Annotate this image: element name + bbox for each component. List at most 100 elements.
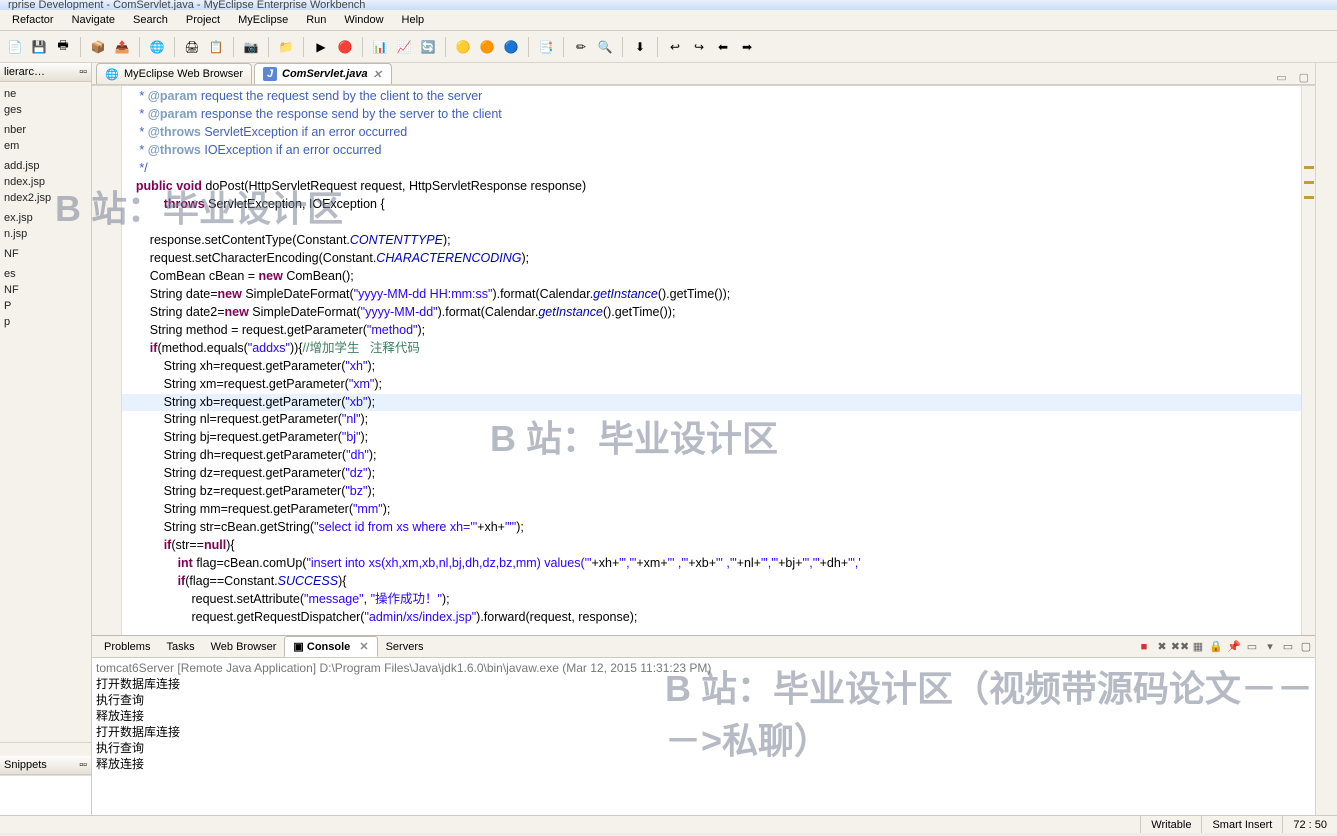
toolbar-button[interactable]: 📄 xyxy=(4,36,26,58)
tree-item[interactable]: n.jsp xyxy=(2,226,89,242)
toolbar-button[interactable]: 📷 xyxy=(240,36,262,58)
toolbar-button[interactable]: ↩ xyxy=(664,36,686,58)
tree-item[interactable]: es xyxy=(2,266,89,282)
menu-run[interactable]: Run xyxy=(298,12,334,28)
console-line: 释放连接 xyxy=(96,708,1311,724)
tree-item[interactable]: ges xyxy=(2,102,89,118)
maximize-icon[interactable]: ▢ xyxy=(1293,71,1315,84)
remove-all-icon[interactable]: ✖✖ xyxy=(1171,638,1189,656)
tree-item[interactable]: P xyxy=(2,298,89,314)
toolbar-button[interactable]: 💾 xyxy=(28,36,50,58)
console-line: 释放连接 xyxy=(96,756,1311,772)
toolbar-button[interactable]: ⬅ xyxy=(712,36,734,58)
tab-servers[interactable]: Servers xyxy=(378,638,432,656)
tab-web-browser[interactable]: 🌐 MyEclipse Web Browser xyxy=(96,63,252,84)
toolbar-button[interactable]: 📑 xyxy=(535,36,557,58)
tab-problems[interactable]: Problems xyxy=(96,638,158,656)
globe-icon: 🌐 xyxy=(105,67,119,81)
snippets-view-header[interactable]: Snippets ▫▫ xyxy=(0,756,91,775)
toolbar-button[interactable]: 🟠 xyxy=(476,36,498,58)
hierarchy-view-header[interactable]: lierarc… ▫▫ xyxy=(0,63,91,82)
bottom-panel: Problems Tasks Web Browser ▣ Console ✕ S… xyxy=(92,635,1315,815)
remove-icon[interactable]: ✖ xyxy=(1153,638,1171,656)
tree-item[interactable]: ndex2.jsp xyxy=(2,190,89,206)
toolbar-button[interactable]: 📁 xyxy=(275,36,297,58)
menubar: Refactor Navigate Search Project MyEclip… xyxy=(0,10,1337,31)
console-line: 执行查询 xyxy=(96,740,1311,756)
tab-webbrowser[interactable]: Web Browser xyxy=(203,638,285,656)
tree-item[interactable]: p xyxy=(2,314,89,330)
menu-refactor[interactable]: Refactor xyxy=(4,12,62,28)
menu-project[interactable]: Project xyxy=(178,12,228,28)
tree-item[interactable]: ex.jsp xyxy=(2,210,89,226)
tree-item[interactable]: ne xyxy=(2,86,89,102)
tab-console[interactable]: ▣ Console ✕ xyxy=(284,636,377,657)
hierarchy-tree[interactable]: neges nberem add.jspndex.jspndex2.jsp ex.js… xyxy=(0,82,91,742)
java-file-icon: J xyxy=(263,67,277,81)
toolbar-button[interactable]: 📤 xyxy=(111,36,133,58)
menu-window[interactable]: Window xyxy=(336,12,391,28)
view-controls[interactable]: ▫▫ xyxy=(79,759,87,771)
tree-item[interactable]: NF xyxy=(2,282,89,298)
minimize-icon[interactable]: ▭ xyxy=(1279,638,1297,656)
tree-item[interactable]: em xyxy=(2,138,89,154)
tab-tasks[interactable]: Tasks xyxy=(158,638,202,656)
minimize-icon[interactable]: ▭ xyxy=(1270,71,1292,84)
editor-area: * @param request the request send by the… xyxy=(92,85,1315,635)
toolbar-button[interactable]: 📊 xyxy=(369,36,391,58)
editor-column: 🌐 MyEclipse Web Browser J ComServlet.jav… xyxy=(92,63,1315,815)
toolbar-button[interactable]: ▶ xyxy=(310,36,332,58)
maximize-icon[interactable]: ▢ xyxy=(1297,638,1315,656)
close-icon[interactable]: ✕ xyxy=(359,641,368,653)
toolbar-button[interactable]: 🌐 xyxy=(146,36,168,58)
pin-icon[interactable]: 📌 xyxy=(1225,638,1243,656)
tab-label: MyEclipse Web Browser xyxy=(124,68,243,80)
menu-navigate[interactable]: Navigate xyxy=(64,12,123,28)
toolbar-button[interactable]: 📋 xyxy=(205,36,227,58)
status-insert-mode: Smart Insert xyxy=(1201,816,1282,833)
status-cursor-position: 72 : 50 xyxy=(1282,816,1337,833)
tree-item[interactable]: NF xyxy=(2,246,89,262)
toolbar-button[interactable]: 🖶 xyxy=(52,36,74,58)
status-writable: Writable xyxy=(1140,816,1201,833)
toolbar-button[interactable]: 🔴 xyxy=(334,36,356,58)
terminate-icon[interactable]: ■ xyxy=(1135,638,1153,656)
toolbar-button[interactable]: ✏ xyxy=(570,36,592,58)
view-controls[interactable]: ▫▫ xyxy=(79,66,87,78)
menu-search[interactable]: Search xyxy=(125,12,176,28)
toolbar-button[interactable]: 🔄 xyxy=(417,36,439,58)
view-title: lierarc… xyxy=(4,66,45,78)
scroll-lock-icon[interactable]: 🔒 xyxy=(1207,638,1225,656)
bottom-tabs: Problems Tasks Web Browser ▣ Console ✕ S… xyxy=(92,636,1315,658)
overview-ruler[interactable] xyxy=(1301,86,1315,635)
console-line: 打开数据库连接 xyxy=(96,676,1311,692)
window-title: rprise Development - ComServlet.java - M… xyxy=(0,0,1337,10)
console-line: 执行查询 xyxy=(96,692,1311,708)
open-console-icon[interactable]: ▾ xyxy=(1261,638,1279,656)
tree-item[interactable]: nber xyxy=(2,122,89,138)
toolbar-button[interactable]: 🔵 xyxy=(500,36,522,58)
toolbar-button[interactable]: 📦 xyxy=(87,36,109,58)
tree-item[interactable]: ndex.jsp xyxy=(2,174,89,190)
close-icon[interactable]: ✕ xyxy=(373,68,383,81)
toolbar-button[interactable]: 🖨 xyxy=(181,36,203,58)
tab-comservlet[interactable]: J ComServlet.java ✕ xyxy=(254,63,392,84)
toolbar-button[interactable]: 🟡 xyxy=(452,36,474,58)
menu-myeclipse[interactable]: MyEclipse xyxy=(230,12,296,28)
toolbar-button[interactable]: 🔍 xyxy=(594,36,616,58)
snippets-label: Snippets xyxy=(4,759,47,771)
status-bar: Writable Smart Insert 72 : 50 xyxy=(0,815,1337,833)
toolbar-button[interactable]: ↪ xyxy=(688,36,710,58)
console-line: 打开数据库连接 xyxy=(96,724,1311,740)
menu-help[interactable]: Help xyxy=(394,12,433,28)
editor-tabs: 🌐 MyEclipse Web Browser J ComServlet.jav… xyxy=(92,63,1315,85)
toolbar-button[interactable]: ➡ xyxy=(736,36,758,58)
clear-icon[interactable]: ▦ xyxy=(1189,638,1207,656)
tree-item[interactable]: add.jsp xyxy=(2,158,89,174)
toolbar-button[interactable]: 📈 xyxy=(393,36,415,58)
display-icon[interactable]: ▭ xyxy=(1243,638,1261,656)
right-trim xyxy=(1315,63,1337,815)
code-editor[interactable]: * @param request the request send by the… xyxy=(122,86,1301,635)
console-output[interactable]: tomcat6Server [Remote Java Application] … xyxy=(92,658,1315,815)
toolbar-button[interactable]: ⬇ xyxy=(629,36,651,58)
